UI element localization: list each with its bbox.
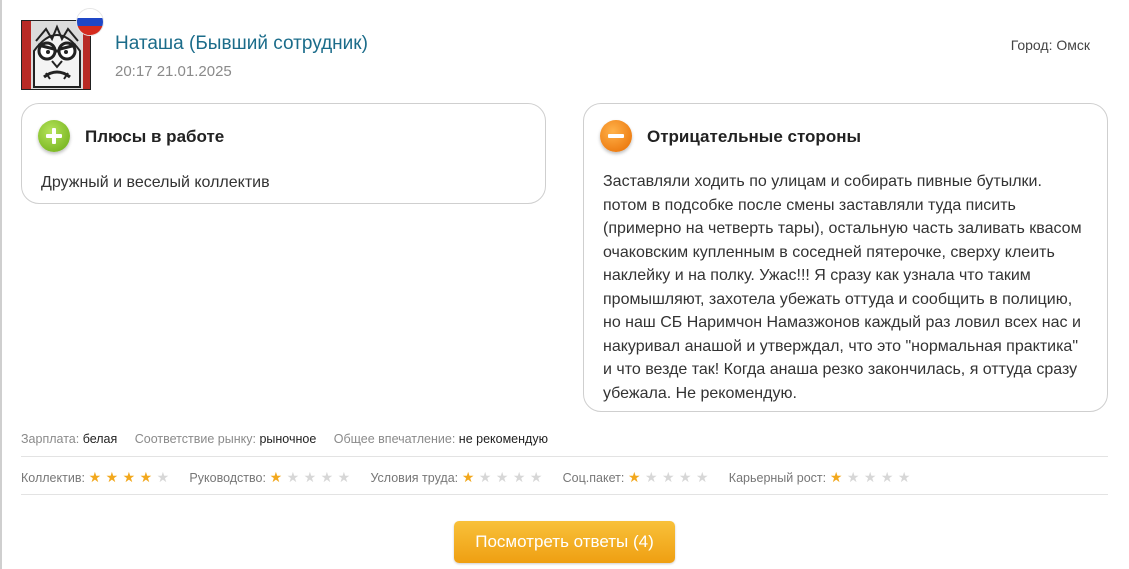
meta-value: белая: [82, 432, 118, 446]
review-header: Наташа (Бывший сотрудник) 20:17 21.01.20…: [21, 8, 1099, 92]
left-border: [0, 0, 2, 569]
star-filled-icon: ★: [829, 469, 843, 485]
star-empty-icon: ★: [846, 469, 860, 485]
star-empty-icon: ★: [645, 469, 658, 485]
ratings-row: Коллектив: ★ ★ ★ ★ ★ Руководство: ★ ★ ★ ★ ★ Услови…: [21, 469, 927, 486]
meta-market: Соответствие рынку: рыночное: [135, 432, 317, 446]
star-empty-icon: ★: [863, 469, 877, 485]
meta-label: Зарплата:: [21, 432, 80, 446]
cons-text: Заставляли ходить по улицам и собирать п…: [603, 173, 1082, 402]
star-filled-icon: ★: [88, 469, 102, 485]
star-empty-icon: ★: [303, 469, 317, 485]
star-empty-icon: ★: [337, 469, 351, 485]
pros-title: Плюсы в работе: [85, 127, 225, 146]
divider: [21, 494, 1108, 495]
meta-value: рыночное: [259, 432, 317, 446]
star-filled-icon: ★: [139, 469, 153, 485]
rating-management: Руководство: ★ ★ ★ ★ ★: [189, 469, 351, 486]
rating-label: Карьерный рост:: [728, 471, 827, 485]
meta-value: не рекомендую: [458, 432, 548, 446]
author-link[interactable]: Наташа (Бывший сотрудник): [115, 33, 368, 55]
star-filled-icon: ★: [122, 469, 136, 485]
star-empty-icon: ★: [529, 469, 543, 485]
review-date: 20:17 21.01.2025: [115, 63, 232, 80]
minus-icon: [600, 120, 632, 152]
divider: [21, 456, 1108, 457]
star-empty-icon: ★: [320, 469, 334, 485]
star-filled-icon: ★: [269, 469, 283, 485]
rating-conditions: Условия труда: ★ ★ ★ ★ ★: [370, 469, 543, 486]
cons-card: Отрицательные стороны Заставляли ходить …: [583, 103, 1108, 412]
meta-impression: Общее впечатление: не рекомендую: [334, 432, 548, 446]
star-empty-icon: ★: [478, 469, 492, 485]
rating-label: Коллектив:: [21, 471, 85, 485]
rating-benefits: Соц.пакет: ★ ★ ★ ★ ★: [563, 469, 710, 486]
meta-salary: Зарплата: белая: [21, 432, 117, 446]
star-empty-icon: ★: [662, 469, 675, 485]
star-empty-icon: ★: [286, 469, 300, 485]
star-empty-icon: ★: [880, 469, 894, 485]
russia-flag-icon: [76, 8, 104, 36]
rating-career: Карьерный рост: ★ ★ ★ ★ ★: [729, 469, 911, 486]
meta-label: Общее впечатление:: [333, 432, 456, 446]
pros-text: Дружный и веселый коллектив: [41, 174, 270, 191]
star-filled-icon: ★: [461, 469, 475, 485]
star-empty-icon: ★: [495, 469, 509, 485]
star-empty-icon: ★: [696, 469, 709, 485]
meta-label: Соответствие рынку:: [134, 432, 256, 446]
view-replies-button[interactable]: Посмотреть ответы (4): [454, 521, 675, 563]
review-meta: Зарплата: белая Соответствие рынку: рыно…: [21, 432, 562, 446]
star-empty-icon: ★: [512, 469, 526, 485]
rating-team: Коллектив: ★ ★ ★ ★ ★: [21, 469, 170, 486]
rating-label: Руководство:: [189, 471, 266, 485]
star-filled-icon: ★: [628, 469, 641, 485]
star-empty-icon: ★: [679, 469, 692, 485]
star-filled-icon: ★: [105, 469, 119, 485]
plus-icon: [38, 120, 70, 152]
cons-title: Отрицательные стороны: [647, 127, 861, 146]
city-label: Город: Омск: [1010, 37, 1090, 53]
pros-card: Плюсы в работе Дружный и веселый коллект…: [21, 103, 546, 204]
star-empty-icon: ★: [156, 469, 170, 485]
rating-label: Условия труда:: [370, 471, 459, 485]
star-empty-icon: ★: [897, 469, 911, 485]
rating-label: Соц.пакет:: [562, 471, 625, 485]
